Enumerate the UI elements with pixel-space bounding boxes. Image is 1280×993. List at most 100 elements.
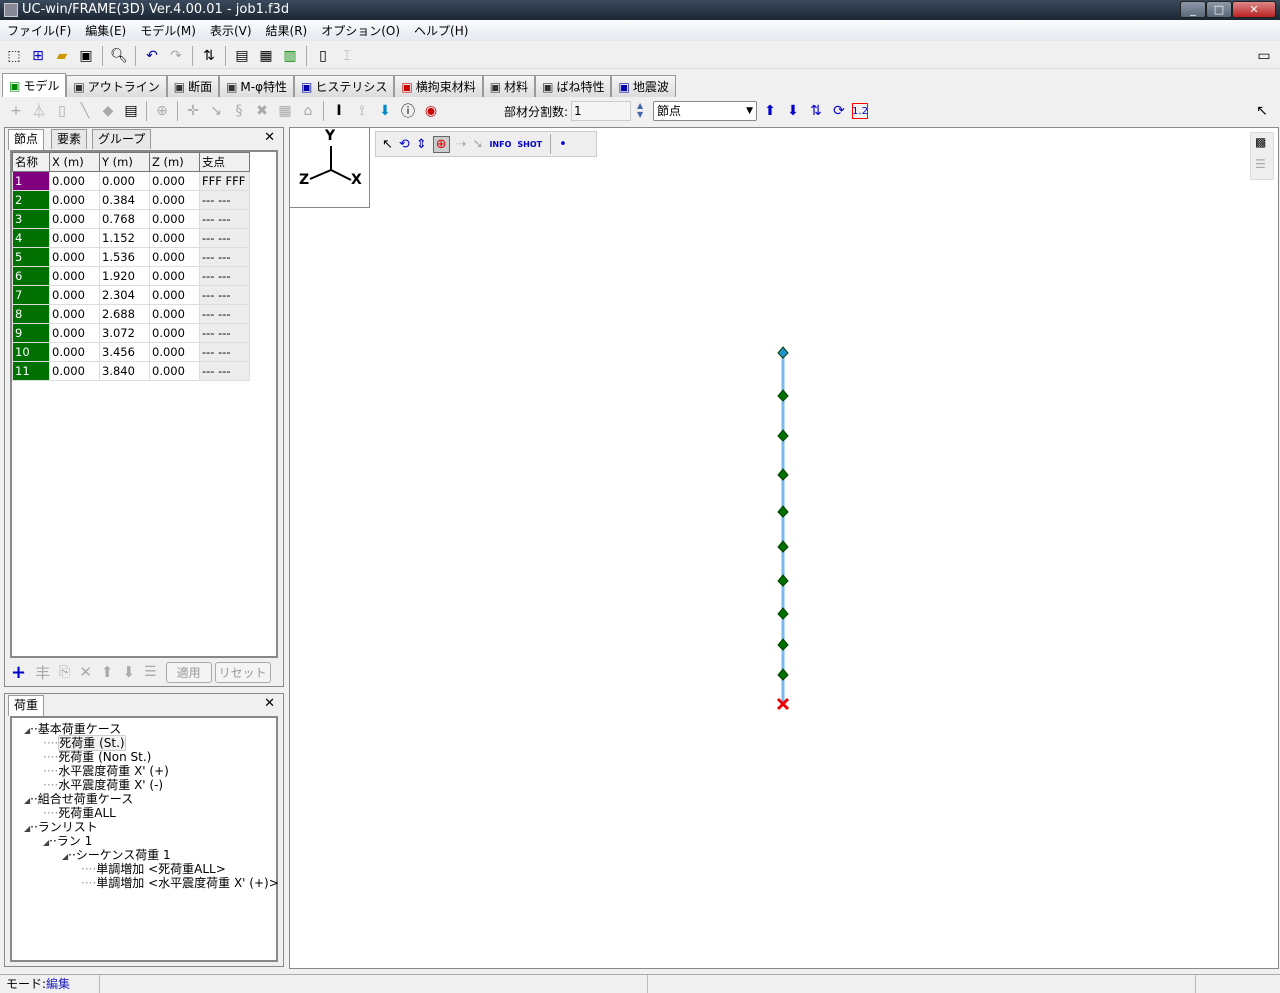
open-icon[interactable]: ▰ [52, 46, 72, 66]
table-row[interactable]: 1 0.000 0.000 0.000 FFF FFF [12, 171, 250, 191]
grid-icon[interactable]: ▦ [275, 101, 295, 121]
z-cell[interactable]: 0.000 [149, 228, 200, 248]
node-name[interactable]: 6 [12, 266, 50, 286]
tab-confinement[interactable]: ▣ 横拘束材料 [394, 75, 483, 97]
calc-icon[interactable]: ⇅ [199, 46, 219, 66]
menu-option[interactable]: オプション(O) [314, 22, 407, 39]
table-row[interactable]: 5 0.000 1.536 0.000 --- --- [12, 247, 250, 267]
z-cell[interactable]: 0.000 [149, 190, 200, 210]
table-row[interactable]: 9 0.000 3.072 0.000 --- --- [12, 323, 250, 343]
save-icon[interactable]: ▣ [76, 46, 96, 66]
table-row[interactable]: 4 0.000 1.152 0.000 --- --- [12, 228, 250, 248]
info-cursor-icon[interactable]: ⓘ [398, 101, 418, 121]
redo-icon[interactable]: ↷ [166, 46, 186, 66]
table-row[interactable]: 11 0.000 3.840 0.000 --- --- [12, 361, 250, 381]
support-cell[interactable]: --- --- [199, 266, 250, 286]
support-cell[interactable]: --- --- [199, 285, 250, 305]
tab-model[interactable]: ▣ モデル [2, 73, 67, 97]
node-marker[interactable] [777, 389, 789, 402]
load-icon[interactable]: ◆ [98, 101, 118, 121]
z-cell[interactable]: 0.000 [149, 247, 200, 267]
division-spinner[interactable]: ▲ ▼ [634, 101, 646, 121]
support-cell[interactable]: --- --- [199, 247, 250, 267]
support-cell[interactable]: --- --- [199, 190, 250, 210]
x-cell[interactable]: 0.000 [49, 342, 100, 362]
tab-wave[interactable]: ▣ 地震波 [611, 75, 676, 97]
color-icon[interactable]: ◉ [421, 101, 441, 121]
node-name[interactable]: 10 [12, 342, 50, 362]
y-cell[interactable]: 2.688 [99, 304, 150, 324]
add-icon[interactable]: + [11, 662, 26, 683]
support-cell[interactable]: --- --- [199, 304, 250, 324]
panel-icon[interactable]: ▭ [1254, 46, 1274, 66]
report3-icon[interactable]: ▥ [280, 46, 300, 66]
ibeam-icon[interactable]: I [329, 101, 349, 121]
support-cell[interactable]: --- --- [199, 342, 250, 362]
z-cell[interactable]: 0.000 [149, 266, 200, 286]
x-cell[interactable]: 0.000 [49, 247, 100, 267]
swap-icon[interactable]: ⇅ [806, 101, 826, 121]
reset-button[interactable]: リセット [214, 661, 271, 683]
menu-model[interactable]: モデル(M) [133, 22, 203, 39]
apply-button[interactable]: 適用 [165, 661, 212, 683]
x-cell[interactable]: 0.000 [49, 304, 100, 324]
z-cell[interactable]: 0.000 [149, 361, 200, 381]
support-cell[interactable]: --- --- [199, 323, 250, 343]
node-marker[interactable] [777, 540, 789, 553]
select-target-dropdown[interactable]: 節点 ▼ [653, 101, 758, 121]
node-marker[interactable] [777, 638, 789, 651]
support-icon[interactable]: ⏃ [29, 101, 49, 121]
table-row[interactable]: 2 0.000 0.384 0.000 --- --- [12, 190, 250, 210]
table-row[interactable]: 3 0.000 0.768 0.000 --- --- [12, 209, 250, 229]
undo-icon[interactable]: ↶ [142, 46, 162, 66]
tab-hysteresis[interactable]: ▣ ヒステリシス [294, 75, 395, 97]
node-table[interactable]: 名称 X (m) Y (m) Z (m) 支点 1 0.000 0.000 0.000 FFF … [10, 150, 278, 658]
cursor-check-icon[interactable]: ↖ [1252, 101, 1272, 121]
new-add-icon[interactable]: ⊞ [28, 46, 48, 66]
minimize-button[interactable]: _ [1180, 1, 1206, 18]
z-cell[interactable]: 0.000 [149, 209, 200, 229]
tab-loads[interactable]: 荷重 [8, 695, 45, 716]
node-marker[interactable] [777, 607, 789, 620]
table-row[interactable]: 6 0.000 1.920 0.000 --- --- [12, 266, 250, 286]
division-input[interactable]: 1 [571, 101, 632, 121]
column-header[interactable]: Y (m) [99, 152, 150, 172]
node-name[interactable]: 7 [12, 285, 50, 305]
new-icon[interactable]: ⬚ [4, 46, 24, 66]
delete-row-icon[interactable]: ✕ [79, 663, 92, 681]
column-header[interactable]: Z (m) [149, 152, 200, 172]
x-cell[interactable]: 0.000 [49, 285, 100, 305]
calculator-icon[interactable]: ▯ [313, 46, 333, 66]
lock-icon[interactable]: ⌂ [298, 101, 318, 121]
move-down-icon[interactable]: ⬇ [783, 101, 803, 121]
move-up-icon[interactable]: ⬆ [760, 101, 780, 121]
x-cell[interactable]: 0.000 [49, 209, 100, 229]
insert-icon[interactable]: 丰 [35, 662, 50, 683]
table-row[interactable]: 8 0.000 2.688 0.000 --- --- [12, 304, 250, 324]
maximize-button[interactable]: □ [1206, 1, 1232, 18]
node-name[interactable]: 5 [12, 247, 50, 267]
node-name[interactable]: 9 [12, 323, 50, 343]
y-cell[interactable]: 1.920 [99, 266, 150, 286]
node-name[interactable]: 3 [12, 209, 50, 229]
node-marker[interactable] [777, 574, 789, 587]
tab-spring[interactable]: ▣ ばね特性 [535, 75, 612, 97]
y-cell[interactable]: 0.384 [99, 190, 150, 210]
node-marker[interactable] [777, 668, 789, 681]
table-row[interactable]: 7 0.000 2.304 0.000 --- --- [12, 285, 250, 305]
x-cell[interactable]: 0.000 [49, 361, 100, 381]
x-cell[interactable]: 0.000 [49, 171, 100, 191]
x-cell[interactable]: 0.000 [49, 190, 100, 210]
node-name[interactable]: 1 [12, 171, 50, 191]
node-insert-icon[interactable]: ⊕ [152, 101, 172, 121]
tab-groups[interactable]: グループ [92, 129, 152, 149]
close-icon[interactable]: ✕ [264, 696, 275, 711]
menu-result[interactable]: 結果(R) [259, 22, 315, 39]
table-icon[interactable]: ▤ [121, 101, 141, 121]
rotate-icon[interactable]: § [229, 101, 249, 121]
close-icon[interactable]: ✕ [264, 130, 275, 145]
tab-material[interactable]: ▣ 材料 [482, 75, 536, 97]
expand-icon[interactable]: ◢ [24, 726, 30, 735]
divide-icon[interactable]: ✛ [183, 101, 203, 121]
node-name[interactable]: 8 [12, 304, 50, 324]
